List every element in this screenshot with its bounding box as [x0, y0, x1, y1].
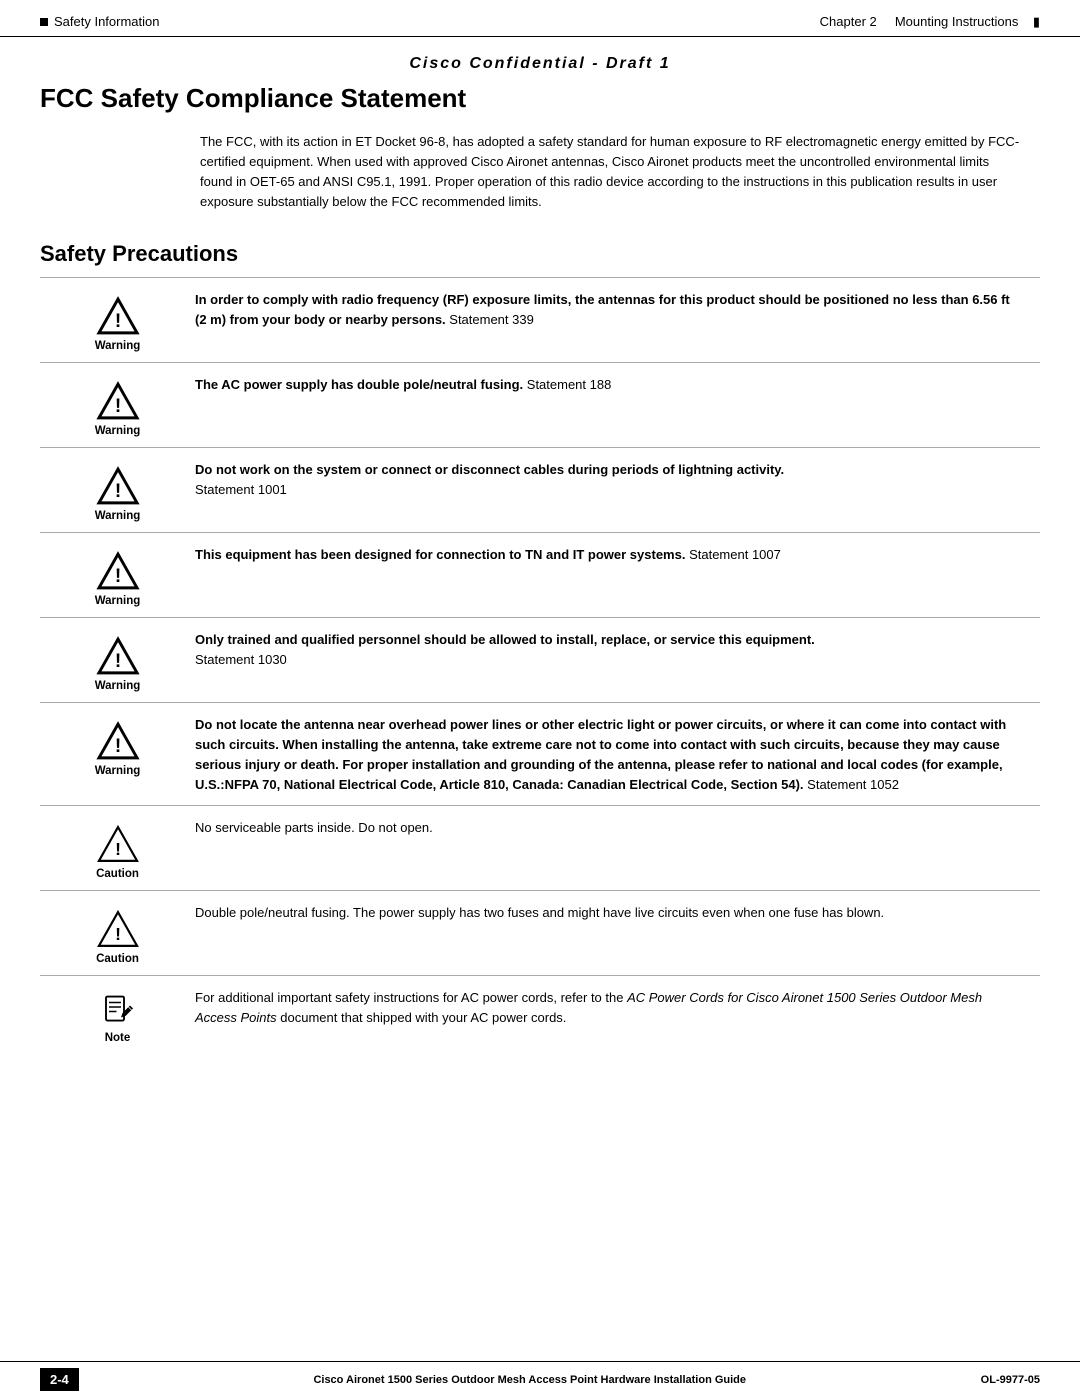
section-title: Safety Precautions — [40, 241, 1040, 267]
notice-icon-col-1: ! Warning — [40, 290, 195, 352]
notice-icon-col-4: ! Warning — [40, 545, 195, 607]
svg-text:!: ! — [114, 566, 120, 587]
header-right: Chapter 2 Mounting Instructions ▮ — [820, 14, 1040, 30]
svg-text:!: ! — [114, 651, 120, 672]
notice-bold-1: In order to comply with radio frequency … — [195, 292, 1010, 327]
notice-bold-4: This equipment has been designed for con… — [195, 547, 685, 562]
page-footer: 2-4 Cisco Aironet 1500 Series Outdoor Me… — [0, 1361, 1080, 1397]
svg-text:!: ! — [115, 839, 121, 859]
caution-label-1: Caution — [96, 868, 139, 880]
intro-paragraph: The FCC, with its action in ET Docket 96… — [200, 132, 1020, 213]
warning-label-6: Warning — [95, 765, 141, 777]
page-title: FCC Safety Compliance Statement — [40, 83, 1040, 114]
notice-bold-3: Do not work on the system or connect or … — [195, 462, 784, 477]
notice-icon-col-5: ! Warning — [40, 630, 195, 692]
notice-row-9: Note For additional important safety ins… — [40, 975, 1040, 1055]
notice-text-1: In order to comply with radio frequency … — [195, 290, 1040, 330]
warning-label-1: Warning — [95, 340, 141, 352]
warning-icon-4: ! — [96, 549, 140, 593]
warning-icon-2: ! — [96, 379, 140, 423]
notice-row-1: ! Warning In order to comply with radio … — [40, 277, 1040, 362]
notice-bold-2: The AC power supply has double pole/neut… — [195, 377, 523, 392]
notice-icon-col-9: Note — [40, 988, 195, 1044]
note-icon-1 — [100, 992, 136, 1028]
notice-text-7: No serviceable parts inside. Do not open… — [195, 818, 1040, 838]
svg-text:!: ! — [114, 396, 120, 417]
footer-doc-id: OL-9977-05 — [981, 1374, 1040, 1386]
warning-label-3: Warning — [95, 510, 141, 522]
notice-text-3: Do not work on the system or connect or … — [195, 460, 1040, 500]
svg-text:!: ! — [114, 481, 120, 502]
note-label-1: Note — [105, 1032, 131, 1044]
notice-normal-6: Statement 1052 — [804, 777, 899, 792]
warning-icon-5: ! — [96, 634, 140, 678]
notice-row-8: ! Caution Double pole/neutral fusing. Th… — [40, 890, 1040, 975]
notice-normal-2: Statement 188 — [523, 377, 611, 392]
confidential-banner: Cisco Confidential - Draft 1 — [0, 55, 1080, 73]
svg-text:!: ! — [114, 311, 120, 332]
header-section-label: Safety Information — [54, 14, 160, 29]
notice-normal-4: Statement 1007 — [685, 547, 780, 562]
notice-row-3: ! Warning Do not work on the system or c… — [40, 447, 1040, 532]
notice-text-8: Double pole/neutral fusing. The power su… — [195, 903, 1040, 923]
warning-label-2: Warning — [95, 425, 141, 437]
notice-row-5: ! Warning Only trained and qualified per… — [40, 617, 1040, 702]
main-content: FCC Safety Compliance Statement The FCC,… — [0, 83, 1080, 1115]
notice-text-2: The AC power supply has double pole/neut… — [195, 375, 1040, 395]
notice-row-2: ! Warning The AC power supply has double… — [40, 362, 1040, 447]
note-text-normal-1: For additional important safety instruct… — [195, 990, 627, 1005]
note-text-italic-2: document that shipped with your AC power… — [277, 1010, 567, 1025]
notice-icon-col-6: ! Warning — [40, 715, 195, 777]
svg-text:!: ! — [115, 924, 121, 944]
notice-row-6: ! Warning Do not locate the antenna near… — [40, 702, 1040, 806]
notice-icon-col-8: ! Caution — [40, 903, 195, 965]
warning-icon-6: ! — [96, 719, 140, 763]
warning-label-5: Warning — [95, 680, 141, 692]
notice-text-4: This equipment has been designed for con… — [195, 545, 1040, 565]
header-left: Safety Information — [40, 14, 160, 29]
page-header: Safety Information Chapter 2 Mounting In… — [0, 0, 1080, 37]
footer-page-number: 2-4 — [40, 1368, 79, 1391]
warning-icon-1: ! — [96, 294, 140, 338]
footer-center-text: Cisco Aironet 1500 Series Outdoor Mesh A… — [313, 1374, 746, 1386]
notice-row-4: ! Warning This equipment has been design… — [40, 532, 1040, 617]
notice-row-7: ! Caution No serviceable parts inside. D… — [40, 805, 1040, 890]
notice-text-5: Only trained and qualified personnel sho… — [195, 630, 1040, 670]
caution-icon-1: ! — [96, 822, 140, 866]
notice-icon-col-7: ! Caution — [40, 818, 195, 880]
notice-text-6: Do not locate the antenna near overhead … — [195, 715, 1040, 796]
header-square-icon — [40, 18, 48, 26]
notice-icon-col-2: ! Warning — [40, 375, 195, 437]
notice-normal-5: Statement 1030 — [195, 652, 287, 667]
notice-icon-col-3: ! Warning — [40, 460, 195, 522]
svg-text:!: ! — [114, 736, 120, 757]
notice-text-9: For additional important safety instruct… — [195, 988, 1040, 1028]
notice-bold-5: Only trained and qualified personnel sho… — [195, 632, 815, 647]
caution-label-2: Caution — [96, 953, 139, 965]
header-chapter: Chapter 2 — [820, 14, 877, 29]
warning-icon-3: ! — [96, 464, 140, 508]
notice-normal-3: Statement 1001 — [195, 482, 287, 497]
notice-normal-1: Statement 339 — [446, 312, 534, 327]
warning-label-4: Warning — [95, 595, 141, 607]
caution-icon-2: ! — [96, 907, 140, 951]
header-section: Mounting Instructions — [895, 14, 1019, 29]
